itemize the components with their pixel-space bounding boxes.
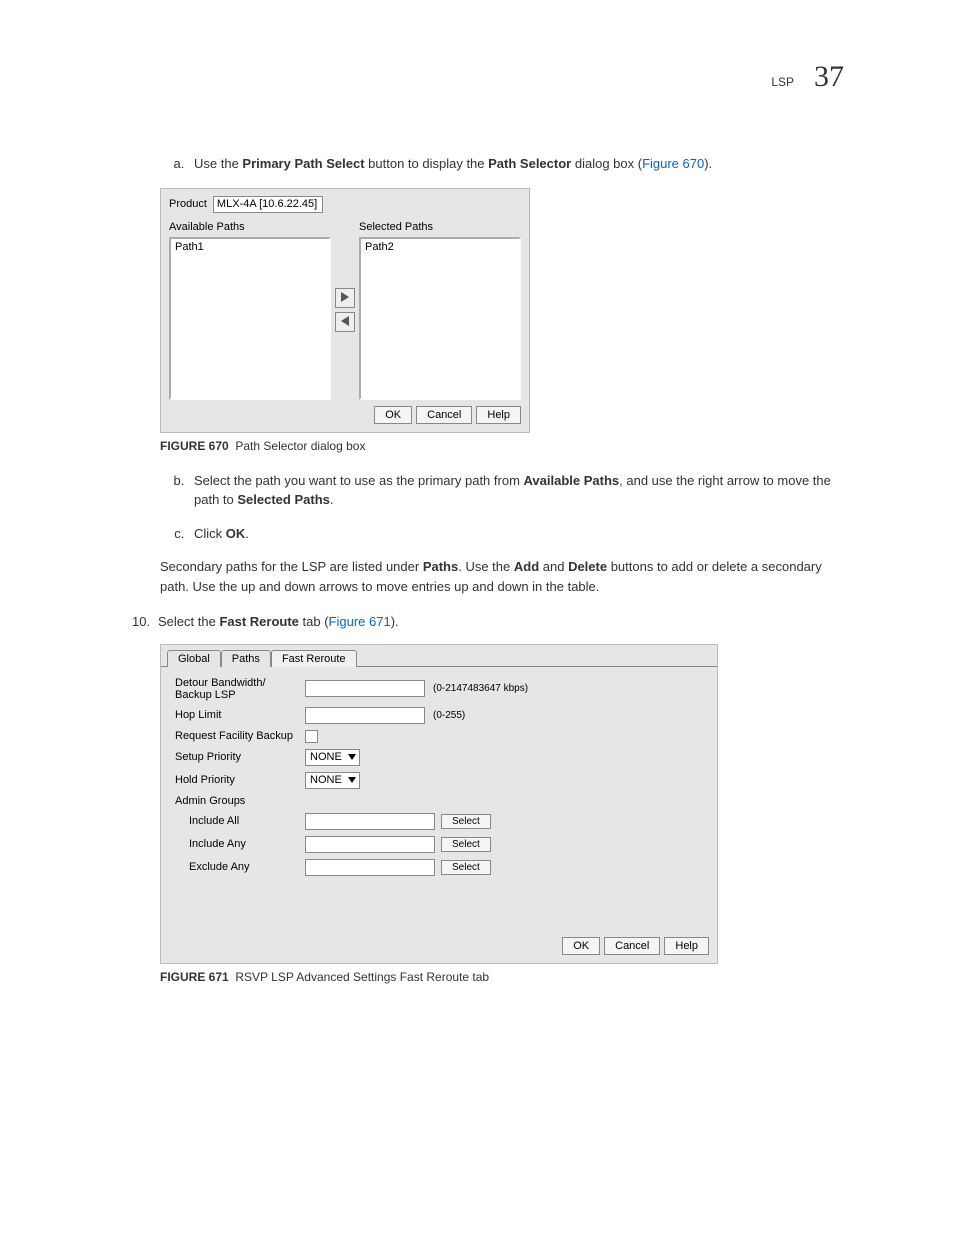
section-title: LSP — [771, 75, 794, 89]
tab-fast-reroute[interactable]: Fast Reroute — [271, 650, 357, 667]
detour-bandwidth-input[interactable] — [305, 680, 425, 697]
available-paths-list[interactable]: Path1 — [169, 237, 331, 400]
step-a-text: Use the Primary Path Select button to di… — [188, 154, 854, 174]
exclude-any-select-button[interactable]: Select — [441, 860, 491, 875]
fast-reroute-dialog: Global Paths Fast Reroute Detour Bandwid… — [160, 644, 718, 964]
cancel-button[interactable]: Cancel — [416, 406, 472, 424]
include-any-label: Include Any — [189, 838, 305, 850]
step-c-text: Click OK. — [188, 524, 854, 544]
step-b-text: Select the path you want to use as the p… — [188, 471, 854, 510]
step-10: 10.Select the Fast Reroute tab (Figure 6… — [132, 612, 854, 632]
ok-button[interactable]: OK — [562, 937, 600, 955]
fast-reroute-panel: Detour Bandwidth/ Backup LSP (0-21474836… — [161, 666, 717, 931]
product-input[interactable] — [213, 196, 323, 213]
available-paths-column: Available Paths Path1 — [169, 221, 331, 400]
selected-paths-column: Selected Paths Path2 — [359, 221, 521, 400]
available-paths-label: Available Paths — [169, 221, 331, 233]
step-a: Use the Primary Path Select button to di… — [160, 154, 854, 174]
exclude-any-input[interactable] — [305, 859, 435, 876]
figure-670-link[interactable]: Figure 670 — [642, 156, 704, 171]
chevron-right-icon — [341, 292, 349, 305]
request-facility-backup-checkbox[interactable] — [305, 730, 318, 743]
include-all-select-button[interactable]: Select — [441, 814, 491, 829]
steps-bc: Select the path you want to use as the p… — [160, 471, 854, 544]
product-row: Product — [169, 196, 521, 213]
tab-paths[interactable]: Paths — [221, 650, 271, 667]
hold-priority-select[interactable]: NONE — [305, 772, 360, 789]
selected-paths-label: Selected Paths — [359, 221, 521, 233]
detour-bandwidth-hint: (0-2147483647 kbps) — [433, 683, 528, 694]
figure-670-caption: FIGURE 670 Path Selector dialog box — [160, 439, 854, 453]
figure-670: Product Available Paths Path1 Selecte — [160, 188, 530, 433]
setup-priority-label: Setup Priority — [175, 751, 305, 763]
ok-button[interactable]: OK — [374, 406, 412, 424]
figure-671-link[interactable]: Figure 671 — [329, 614, 391, 629]
path-selector-dialog: Product Available Paths Path1 Selecte — [160, 188, 530, 433]
figure-671-caption: FIGURE 671 RSVP LSP Advanced Settings Fa… — [160, 970, 854, 984]
chevron-down-icon — [348, 777, 356, 783]
page-header: LSP 37 — [100, 60, 854, 94]
setup-priority-select[interactable]: NONE — [305, 749, 360, 766]
help-button[interactable]: Help — [476, 406, 521, 424]
include-any-input[interactable] — [305, 836, 435, 853]
chevron-left-icon — [341, 316, 349, 329]
move-right-button[interactable] — [335, 288, 355, 308]
move-left-button[interactable] — [335, 312, 355, 332]
product-label: Product — [169, 198, 207, 210]
help-button[interactable]: Help — [664, 937, 709, 955]
include-all-input[interactable] — [305, 813, 435, 830]
figure-671: Global Paths Fast Reroute Detour Bandwid… — [160, 644, 718, 964]
exclude-any-label: Exclude Any — [189, 861, 305, 873]
hop-limit-hint: (0-255) — [433, 710, 465, 721]
chapter-number: 37 — [814, 60, 844, 94]
secondary-paths-paragraph: Secondary paths for the LSP are listed u… — [160, 557, 854, 596]
admin-groups-label: Admin Groups — [175, 795, 703, 807]
chevron-down-icon — [348, 754, 356, 760]
request-facility-backup-label: Request Facility Backup — [175, 730, 305, 742]
hold-priority-label: Hold Priority — [175, 774, 305, 786]
tab-global[interactable]: Global — [167, 650, 221, 667]
detour-bandwidth-label: Detour Bandwidth/ Backup LSP — [175, 677, 305, 701]
cancel-button[interactable]: Cancel — [604, 937, 660, 955]
include-all-label: Include All — [189, 815, 305, 827]
list-item[interactable]: Path2 — [365, 241, 515, 253]
selected-paths-list[interactable]: Path2 — [359, 237, 521, 400]
hop-limit-input[interactable] — [305, 707, 425, 724]
list-item[interactable]: Path1 — [175, 241, 325, 253]
include-any-select-button[interactable]: Select — [441, 837, 491, 852]
hop-limit-label: Hop Limit — [175, 709, 305, 721]
tab-strip: Global Paths Fast Reroute — [161, 645, 717, 666]
